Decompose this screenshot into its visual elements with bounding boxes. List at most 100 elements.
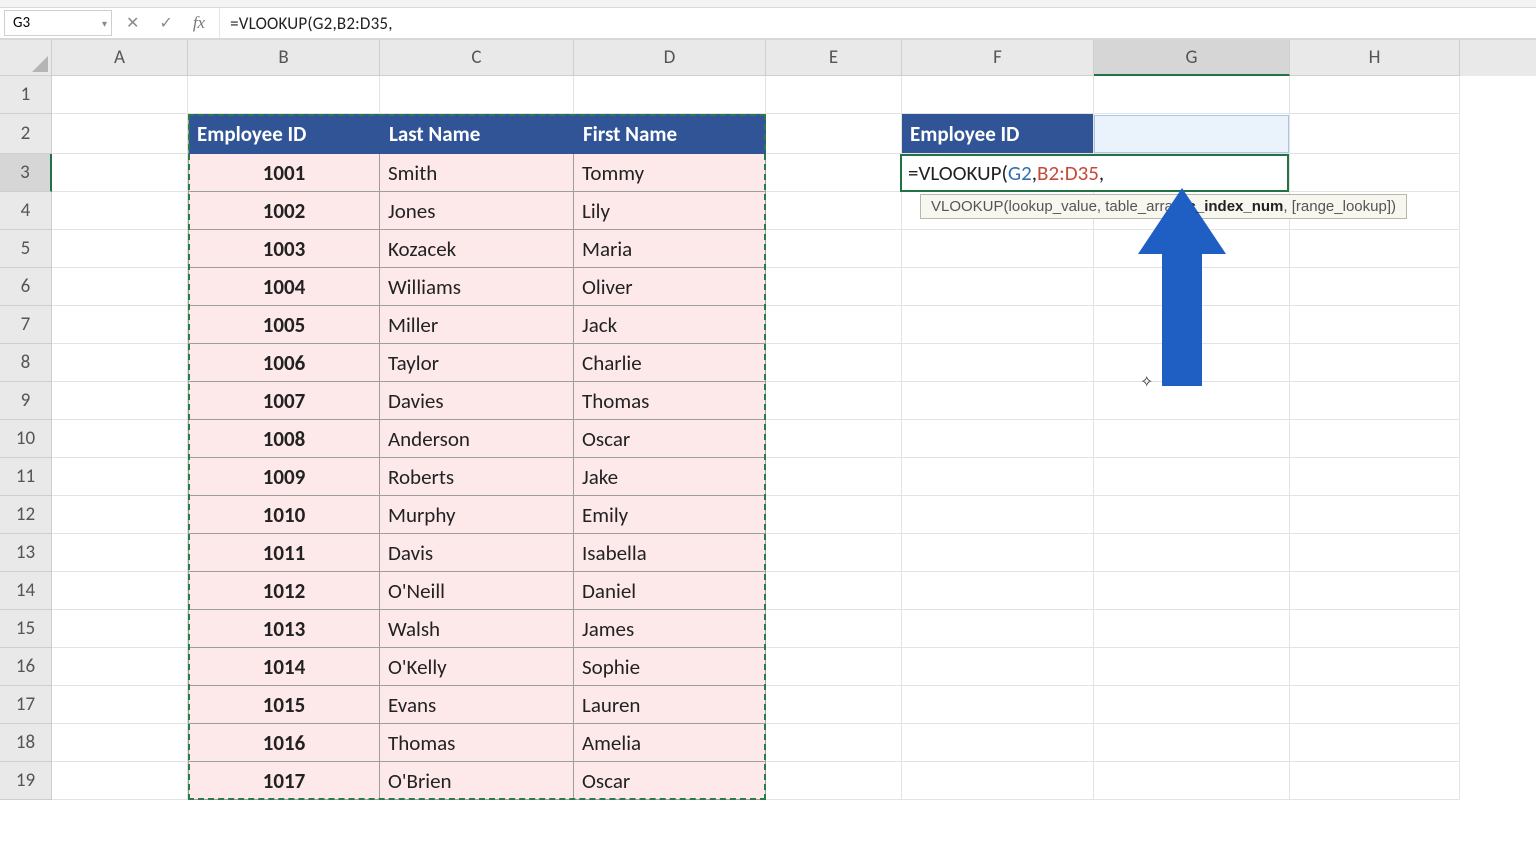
cell-A16[interactable]: [52, 648, 188, 686]
cell-E13[interactable]: [766, 534, 902, 572]
cell-C3[interactable]: Smith: [380, 154, 574, 192]
row-header-1[interactable]: 1: [0, 76, 52, 114]
cell-H12[interactable]: [1290, 496, 1460, 534]
cell-D10[interactable]: Oscar: [574, 420, 766, 458]
cell-A2[interactable]: [52, 114, 188, 154]
col-header-A[interactable]: A: [52, 40, 188, 76]
name-box-dropdown-icon[interactable]: ▾: [102, 17, 107, 30]
select-all-corner[interactable]: [0, 40, 52, 76]
cell-F15[interactable]: [902, 610, 1094, 648]
cell-B1[interactable]: [188, 76, 380, 114]
cell-G8[interactable]: [1094, 344, 1290, 382]
cell-E12[interactable]: [766, 496, 902, 534]
enter-icon[interactable]: ✓: [159, 13, 172, 33]
cell-E16[interactable]: [766, 648, 902, 686]
cell-D12[interactable]: Emily: [574, 496, 766, 534]
cell-D15[interactable]: James: [574, 610, 766, 648]
cell-F10[interactable]: [902, 420, 1094, 458]
cell-B9[interactable]: 1007: [188, 382, 380, 420]
cell-D11[interactable]: Jake: [574, 458, 766, 496]
cell-F18[interactable]: [902, 724, 1094, 762]
cell-A12[interactable]: [52, 496, 188, 534]
cell-H10[interactable]: [1290, 420, 1460, 458]
cell-G1[interactable]: [1094, 76, 1290, 114]
col-header-E[interactable]: E: [766, 40, 902, 76]
cell-B19[interactable]: 1017: [188, 762, 380, 800]
row-header-3[interactable]: 3: [0, 154, 52, 192]
cell-H9[interactable]: [1290, 382, 1460, 420]
cell-B10[interactable]: 1008: [188, 420, 380, 458]
cell-H13[interactable]: [1290, 534, 1460, 572]
row-header-19[interactable]: 19: [0, 762, 52, 800]
cell-E18[interactable]: [766, 724, 902, 762]
cell-H5[interactable]: [1290, 230, 1460, 268]
cell-E10[interactable]: [766, 420, 902, 458]
cell-G6[interactable]: [1094, 268, 1290, 306]
cell-G14[interactable]: [1094, 572, 1290, 610]
cell-E3[interactable]: [766, 154, 902, 192]
row-header-9[interactable]: 9: [0, 382, 52, 420]
row-header-8[interactable]: 8: [0, 344, 52, 382]
cell-D16[interactable]: Sophie: [574, 648, 766, 686]
col-header-F[interactable]: F: [902, 40, 1094, 76]
cell-C6[interactable]: Williams: [380, 268, 574, 306]
cell-B14[interactable]: 1012: [188, 572, 380, 610]
cell-H16[interactable]: [1290, 648, 1460, 686]
row-header-2[interactable]: 2: [0, 114, 52, 154]
cell-C13[interactable]: Davis: [380, 534, 574, 572]
cancel-icon[interactable]: ✕: [126, 13, 139, 33]
cell-H15[interactable]: [1290, 610, 1460, 648]
cell-C10[interactable]: Anderson: [380, 420, 574, 458]
cell-H14[interactable]: [1290, 572, 1460, 610]
cell-D18[interactable]: Amelia: [574, 724, 766, 762]
cell-A9[interactable]: [52, 382, 188, 420]
cell-A8[interactable]: [52, 344, 188, 382]
cell-E4[interactable]: [766, 192, 902, 230]
cell-C16[interactable]: O'Kelly: [380, 648, 574, 686]
cell-E14[interactable]: [766, 572, 902, 610]
cell-E7[interactable]: [766, 306, 902, 344]
row-header-10[interactable]: 10: [0, 420, 52, 458]
cell-F9[interactable]: [902, 382, 1094, 420]
cell-A18[interactable]: [52, 724, 188, 762]
cell-C19[interactable]: O'Brien: [380, 762, 574, 800]
cell-D8[interactable]: Charlie: [574, 344, 766, 382]
cell-B11[interactable]: 1009: [188, 458, 380, 496]
cell-D5[interactable]: Maria: [574, 230, 766, 268]
cell-C17[interactable]: Evans: [380, 686, 574, 724]
cell-B16[interactable]: 1014: [188, 648, 380, 686]
formula-input[interactable]: =VLOOKUP(G2,B2:D35,: [220, 8, 1536, 38]
cell-C14[interactable]: O'Neill: [380, 572, 574, 610]
row-header-7[interactable]: 7: [0, 306, 52, 344]
cell-C15[interactable]: Walsh: [380, 610, 574, 648]
col-header-G[interactable]: G: [1094, 40, 1290, 76]
cell-D17[interactable]: Lauren: [574, 686, 766, 724]
row-header-4[interactable]: 4: [0, 192, 52, 230]
cell-E15[interactable]: [766, 610, 902, 648]
cell-A6[interactable]: [52, 268, 188, 306]
cell-D4[interactable]: Lily: [574, 192, 766, 230]
cell-E5[interactable]: [766, 230, 902, 268]
cell-D14[interactable]: Daniel: [574, 572, 766, 610]
cell-H17[interactable]: [1290, 686, 1460, 724]
cell-B3[interactable]: 1001: [188, 154, 380, 192]
cell-A19[interactable]: [52, 762, 188, 800]
cell-D9[interactable]: Thomas: [574, 382, 766, 420]
row-header-11[interactable]: 11: [0, 458, 52, 496]
cell-B15[interactable]: 1013: [188, 610, 380, 648]
cell-G18[interactable]: [1094, 724, 1290, 762]
cell-A3[interactable]: [52, 154, 188, 192]
cell-B17[interactable]: 1015: [188, 686, 380, 724]
cell-G13[interactable]: [1094, 534, 1290, 572]
cell-B12[interactable]: 1010: [188, 496, 380, 534]
cell-C4[interactable]: Jones: [380, 192, 574, 230]
cell-G12[interactable]: [1094, 496, 1290, 534]
col-header-D[interactable]: D: [574, 40, 766, 76]
cell-G15[interactable]: [1094, 610, 1290, 648]
cell-G5[interactable]: [1094, 230, 1290, 268]
cell-C7[interactable]: Miller: [380, 306, 574, 344]
cell-H6[interactable]: [1290, 268, 1460, 306]
cell-C12[interactable]: Murphy: [380, 496, 574, 534]
cell-G10[interactable]: [1094, 420, 1290, 458]
cell-H3[interactable]: [1290, 154, 1460, 192]
